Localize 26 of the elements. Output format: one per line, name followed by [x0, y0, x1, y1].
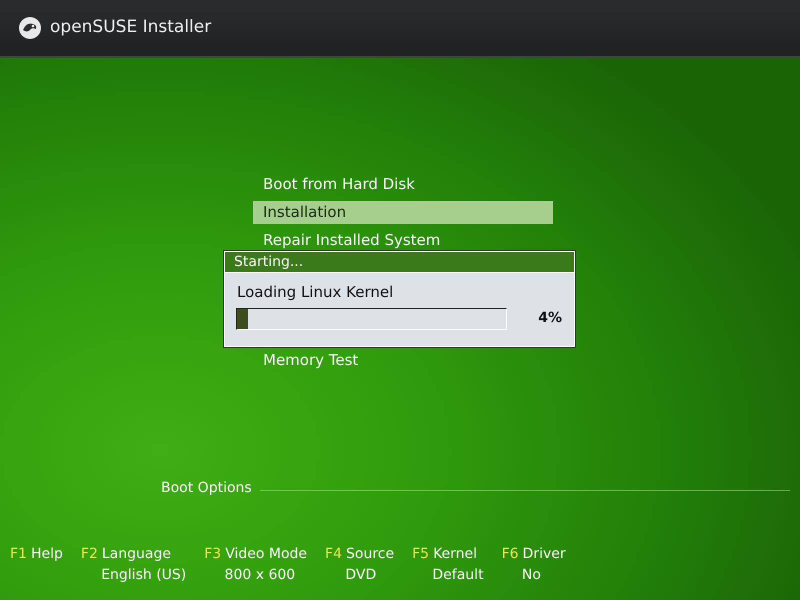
boot-menu-item[interactable]: Installation [253, 200, 553, 224]
function-key-value: No [520, 567, 541, 583]
dialog-message: Loading Linux Kernel [237, 283, 394, 301]
function-key-label: Driver [522, 545, 566, 564]
function-key-label: Kernel [433, 545, 478, 564]
boot-menu-item[interactable]: Boot from Hard Disk [253, 170, 553, 198]
function-key-value: Default [431, 567, 484, 583]
function-key-label: Source [346, 545, 394, 564]
installer-title: openSUSE Installer [50, 16, 212, 40]
function-key-value: English (US) [100, 567, 186, 583]
function-key[interactable]: F3 [204, 544, 222, 565]
function-key[interactable]: F4 [325, 544, 342, 565]
function-key-label: Help [30, 545, 63, 564]
function-key[interactable]: F5 [412, 544, 430, 565]
function-key-label: Language [102, 545, 171, 564]
function-key-label: Video Mode [225, 545, 308, 564]
dialog-title: Starting... [225, 252, 574, 273]
function-key[interactable]: F6 [502, 544, 519, 565]
function-key-value: DVD [344, 567, 376, 583]
boot-menu-item[interactable]: Repair Installed System [253, 226, 553, 254]
logo-icon [18, 16, 42, 40]
function-key[interactable]: F2 [80, 544, 98, 565]
progress-percent: 4% [538, 309, 562, 328]
boot-options-label: Boot Options [161, 479, 252, 498]
function-key-value: 800 x 600 [224, 567, 296, 583]
function-key[interactable]: F1 [10, 544, 27, 565]
